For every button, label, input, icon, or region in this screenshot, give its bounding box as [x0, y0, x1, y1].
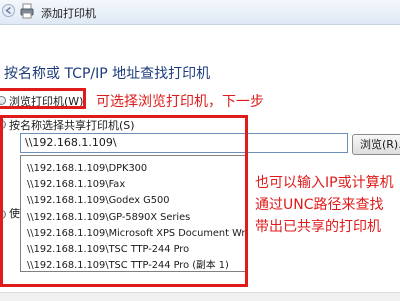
annotation-first: 可选择浏览打印机，下一步 — [96, 94, 264, 110]
title-bar: 添加打印机 — [0, 0, 400, 25]
shared-option-highlight — [0, 115, 248, 287]
annotation-second-line-1: 也可以输入IP或计算机 — [255, 175, 394, 191]
browse-button[interactable]: 浏览(R)... — [352, 134, 400, 155]
browse-option-highlight — [0, 88, 86, 109]
window-title: 添加打印机 — [41, 7, 96, 20]
annotation-second-line-2: 通过UNC路径来查找 — [255, 197, 384, 213]
printer-icon — [20, 3, 34, 19]
back-arrow-icon[interactable] — [2, 4, 15, 17]
annotation-second-line-3: 带出已共享的打印机 — [255, 219, 381, 235]
page-heading: 按名称或 TCP/IP 地址查找打印机 — [4, 66, 211, 82]
